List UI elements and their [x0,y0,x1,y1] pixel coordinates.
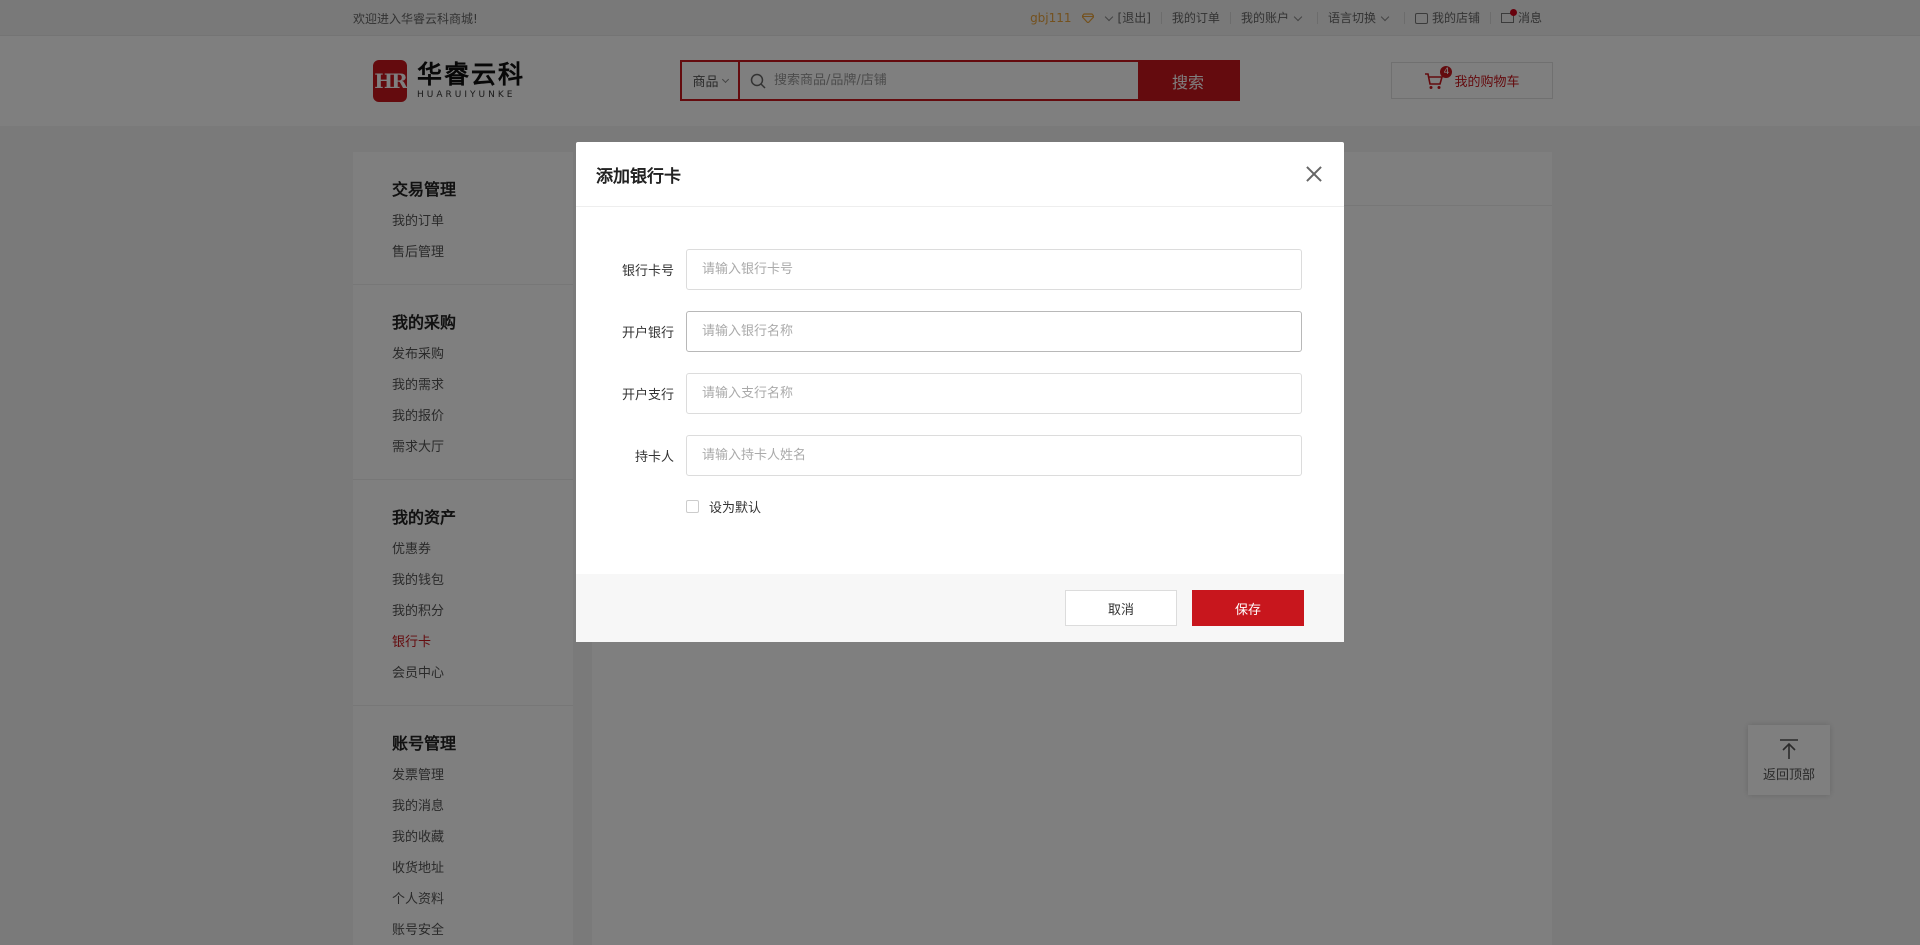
save-button[interactable]: 保存 [1192,590,1304,626]
cancel-button[interactable]: 取消 [1065,590,1177,626]
dialog-title: 添加银行卡 [596,166,681,187]
close-icon[interactable] [1304,164,1324,184]
form-row-cardholder: 持卡人 [576,435,1304,476]
card-number-label: 银行卡号 [621,264,674,279]
bank-name-input[interactable] [686,311,1302,352]
cardholder-label: 持卡人 [634,450,674,465]
branch-name-input[interactable] [686,373,1302,414]
add-bank-card-dialog: 添加银行卡 银行卡号 开户银行 开户支行 持卡人 设为默认 取消 保存 [576,142,1344,642]
cardholder-input[interactable] [686,435,1302,476]
branch-name-label: 开户支行 [621,388,674,403]
card-number-input[interactable] [686,249,1302,290]
set-default-checkbox[interactable] [686,500,699,513]
set-default-row[interactable]: 设为默认 [576,497,1304,516]
form-row-bank-name: 开户银行 [576,311,1304,352]
form-row-card-number: 银行卡号 [576,249,1304,290]
dialog-form: 银行卡号 开户银行 开户支行 持卡人 设为默认 [576,207,1344,573]
set-default-label: 设为默认 [709,501,762,516]
bank-name-label: 开户银行 [621,326,674,341]
form-row-branch-name: 开户支行 [576,373,1304,414]
dialog-footer: 取消 保存 [576,574,1344,642]
